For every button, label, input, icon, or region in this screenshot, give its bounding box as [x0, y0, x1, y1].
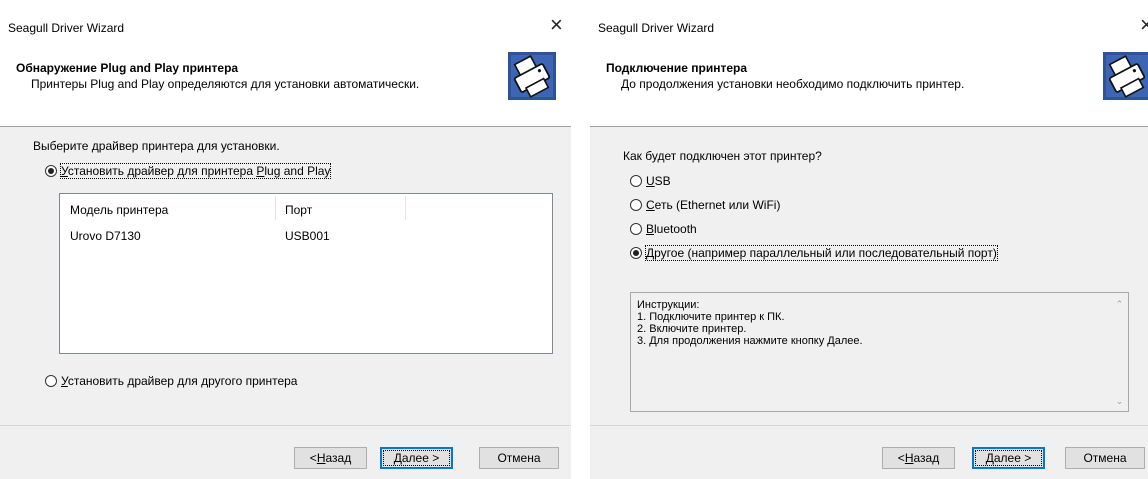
- radio-install-pnp[interactable]: Установить драйвер для принтера Plug and…: [45, 163, 332, 179]
- radio-other[interactable]: Другое (например параллельный или послед…: [630, 245, 998, 261]
- radio-indicator: [45, 375, 57, 387]
- column-port[interactable]: Порт: [285, 203, 312, 217]
- column-model[interactable]: Модель принтера: [70, 203, 168, 217]
- radio-indicator: [630, 199, 642, 211]
- radio-label: Установить драйвер для принтера Plug and…: [60, 163, 332, 179]
- close-icon[interactable]: ×: [1140, 14, 1148, 36]
- radio-label: Сеть (Ethernet или WiFi): [646, 198, 781, 212]
- printer-icon: [508, 52, 556, 100]
- instructions-text: Инструкции: 1. Подключите принтер к ПК. …: [637, 299, 863, 347]
- cancel-button[interactable]: Отмена: [1065, 447, 1145, 469]
- printer-icon: [1103, 52, 1148, 100]
- wizard-header: Подключение принтера До продолжения уста…: [590, 50, 1148, 127]
- printer-list[interactable]: Модель принтера Порт Urovo D7130 USB001: [59, 193, 553, 354]
- header-subtitle: Принтеры Plug and Play определяются для …: [31, 77, 420, 91]
- next-button[interactable]: Далее >: [380, 447, 453, 469]
- window-title: Seagull Driver Wizard: [598, 21, 715, 35]
- wizard-window-connect: Seagull Driver Wizard × Подключение прин…: [590, 0, 1148, 479]
- radio-label: USB: [646, 174, 671, 188]
- cell-model: Urovo D7130: [70, 229, 141, 243]
- title-bar: Seagull Driver Wizard ×: [590, 0, 1148, 50]
- radio-label: Установить драйвер для другого принтера: [61, 374, 298, 388]
- title-bar: Seagull Driver Wizard ×: [0, 0, 571, 50]
- header-title: Подключение принтера: [606, 61, 748, 75]
- radio-install-other[interactable]: Установить драйвер для другого принтера: [45, 373, 298, 389]
- driver-prompt: Выберите драйвер принтера для установки.: [33, 139, 280, 153]
- radio-network[interactable]: Сеть (Ethernet или WiFi): [630, 197, 781, 213]
- scroll-up-icon[interactable]: ⌃: [1111, 299, 1128, 310]
- cell-port: USB001: [285, 229, 330, 243]
- radio-usb[interactable]: USB: [630, 173, 672, 189]
- window-title: Seagull Driver Wizard: [8, 21, 125, 35]
- cancel-button[interactable]: Отмена: [479, 447, 559, 469]
- radio-indicator: [630, 223, 642, 235]
- radio-label: Другое (например параллельный или послед…: [645, 245, 998, 261]
- radio-label: Bluetooth: [646, 222, 697, 236]
- list-header: Модель принтера Порт: [60, 194, 552, 224]
- back-button[interactable]: < Назад: [294, 447, 367, 469]
- wizard-window-pnp: Seagull Driver Wizard × Обнаружение Plug…: [0, 0, 571, 479]
- close-icon[interactable]: ×: [550, 14, 563, 36]
- header-title: Обнаружение Plug and Play принтера: [16, 61, 239, 75]
- connection-prompt: Как будет подключен этот принтер?: [623, 149, 822, 163]
- header-subtitle: До продолжения установки необходимо подк…: [621, 77, 965, 91]
- instructions-box[interactable]: Инструкции: 1. Подключите принтер к ПК. …: [630, 292, 1129, 412]
- radio-indicator: [45, 165, 57, 177]
- next-button[interactable]: Далее >: [972, 447, 1045, 469]
- radio-bluetooth[interactable]: Bluetooth: [630, 221, 698, 237]
- vertical-scrollbar[interactable]: ⌃ ⌄: [1111, 293, 1128, 411]
- scroll-down-icon[interactable]: ⌄: [1111, 396, 1128, 407]
- radio-indicator: [630, 175, 642, 187]
- wizard-header: Обнаружение Plug and Play принтера Принт…: [0, 50, 571, 127]
- back-button[interactable]: < Назад: [882, 447, 955, 469]
- radio-indicator: [630, 247, 642, 259]
